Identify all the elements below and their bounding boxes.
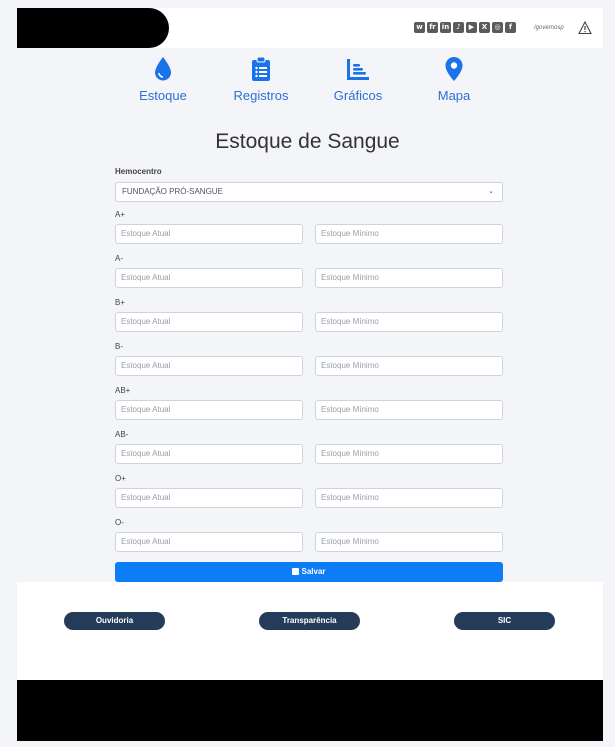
estoque-minimo-input[interactable]: Estoque Mínimo	[315, 400, 503, 420]
estoque-minimo-input[interactable]: Estoque Mínimo	[315, 356, 503, 376]
chevron-down-icon: ⌄	[488, 188, 494, 195]
page-title: Estoque de Sangue	[215, 130, 400, 153]
estoque-atual-input[interactable]: Estoque Atual	[115, 400, 303, 420]
blood-type-row: AB+ Estoque Atual Estoque Mínimo	[115, 386, 503, 426]
estoque-atual-input[interactable]: Estoque Atual	[115, 532, 303, 552]
nav-label: Estoque	[139, 88, 187, 103]
nav-item-mapa[interactable]: Mapa	[414, 54, 494, 103]
blood-type-row: A- Estoque Atual Estoque Mínimo	[115, 254, 503, 294]
save-button[interactable]: Salvar	[115, 562, 503, 582]
facebook-icon[interactable]: f	[505, 22, 516, 33]
whatsapp-icon[interactable]: w	[414, 22, 425, 33]
save-label: Salvar	[301, 567, 326, 576]
linkedin-icon[interactable]: in	[440, 22, 451, 33]
x-icon[interactable]: X	[479, 22, 490, 33]
blood-type-row: A+ Estoque Atual Estoque Mínimo	[115, 210, 503, 250]
footer: Ouvidoria Transparência SIC	[17, 582, 603, 680]
nav-label: Registros	[233, 88, 289, 103]
estoque-minimo-input[interactable]: Estoque Mínimo	[315, 532, 503, 552]
estoque-minimo-input[interactable]: Estoque Mínimo	[315, 444, 503, 464]
warning-icon[interactable]	[578, 21, 592, 35]
nav-item-graficos[interactable]: Gráficos	[318, 54, 398, 103]
blood-type-label: O+	[115, 474, 126, 483]
blood-type-label: B+	[115, 298, 126, 307]
blood-type-row: B+ Estoque Atual Estoque Mínimo	[115, 298, 503, 338]
estoque-atual-input[interactable]: Estoque Atual	[115, 224, 303, 244]
clipboard-list-icon	[252, 56, 270, 81]
blood-type-row: AB- Estoque Atual Estoque Mínimo	[115, 430, 503, 470]
estoque-atual-input[interactable]: Estoque Atual	[115, 268, 303, 288]
blood-drop-icon	[155, 57, 171, 81]
nav-label: Mapa	[437, 88, 471, 103]
chart-icon	[347, 59, 369, 80]
nav-item-estoque[interactable]: Estoque	[123, 54, 203, 103]
blood-type-row: O- Estoque Atual Estoque Mínimo	[115, 518, 503, 558]
floppy-icon	[292, 568, 300, 575]
main-nav: Estoque Registros Gráficos Mapa	[0, 54, 615, 106]
blood-type-label: AB+	[115, 386, 131, 395]
instagram-icon[interactable]: ◎	[492, 22, 503, 33]
social-icons: w fr in ♪ ▶ X ◎ f	[414, 22, 516, 33]
blood-type-row: B- Estoque Atual Estoque Mínimo	[115, 342, 503, 382]
estoque-atual-input[interactable]: Estoque Atual	[115, 444, 303, 464]
tiktok-icon[interactable]: ♪	[453, 22, 464, 33]
nav-item-registros[interactable]: Registros	[221, 54, 301, 103]
hemocentro-label: Hemocentro	[115, 167, 162, 176]
estoque-atual-input[interactable]: Estoque Atual	[115, 356, 303, 376]
blood-type-label: AB-	[115, 430, 129, 439]
logo[interactable]	[17, 8, 169, 48]
social-handle[interactable]: /governosp	[534, 25, 564, 31]
nav-label: Gráficos	[333, 88, 383, 103]
ouvidoria-button[interactable]: Ouvidoria	[64, 612, 165, 630]
blood-type-row: O+ Estoque Atual Estoque Mínimo	[115, 474, 503, 514]
blood-type-label: O-	[115, 518, 124, 527]
top-header: w fr in ♪ ▶ X ◎ f /governosp	[17, 8, 603, 48]
sic-button[interactable]: SIC	[454, 612, 555, 630]
transparencia-button[interactable]: Transparência	[259, 612, 360, 630]
estoque-minimo-input[interactable]: Estoque Mínimo	[315, 268, 503, 288]
flickr-icon[interactable]: fr	[427, 22, 438, 33]
hemocentro-value: FUNDAÇÃO PRÓ-SANGUE	[122, 187, 223, 196]
map-pin-icon	[445, 57, 463, 81]
blood-type-label: B-	[115, 342, 123, 351]
bottom-bar	[17, 680, 603, 741]
stock-form: Hemocentro FUNDAÇÃO PRÓ-SANGUE ⌄	[115, 166, 503, 202]
blood-type-label: A+	[115, 210, 126, 219]
youtube-icon[interactable]: ▶	[466, 22, 477, 33]
estoque-minimo-input[interactable]: Estoque Mínimo	[315, 312, 503, 332]
estoque-atual-input[interactable]: Estoque Atual	[115, 312, 303, 332]
estoque-minimo-input[interactable]: Estoque Mínimo	[315, 488, 503, 508]
estoque-atual-input[interactable]: Estoque Atual	[115, 488, 303, 508]
hemocentro-select[interactable]: FUNDAÇÃO PRÓ-SANGUE ⌄	[115, 182, 503, 202]
estoque-minimo-input[interactable]: Estoque Mínimo	[315, 224, 503, 244]
blood-type-label: A-	[115, 254, 123, 263]
